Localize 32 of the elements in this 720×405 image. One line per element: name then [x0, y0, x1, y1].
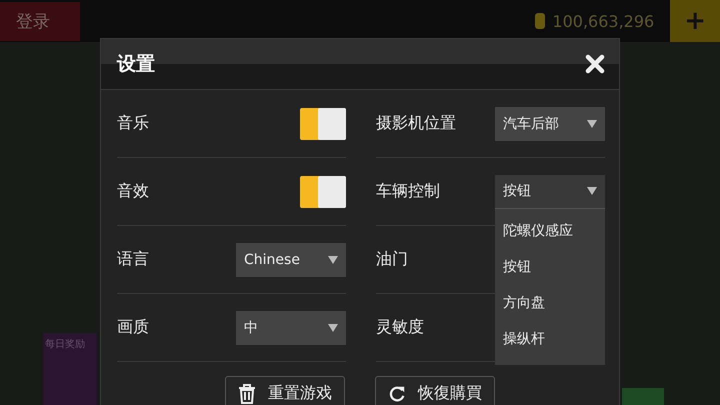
dropdown-option[interactable]: 操纵杆: [495, 320, 605, 356]
dialog-title: 设置: [117, 52, 155, 77]
setting-label: 摄影机位置: [376, 113, 456, 134]
refresh-icon: [388, 384, 406, 402]
setting-label: 音乐: [117, 113, 149, 134]
setting-label: 音效: [117, 181, 149, 202]
setting-label: 灵敏度: [376, 317, 424, 338]
caret-icon: [587, 120, 597, 128]
dropdown-option[interactable]: 方向盘: [495, 284, 605, 320]
daily-reward-label: 每日奖励: [44, 338, 86, 352]
dropdown-option[interactable]: 陀螺仪感应: [495, 212, 605, 248]
setting-label: 画质: [117, 317, 149, 338]
action-button[interactable]: 重置游戏: [225, 376, 345, 405]
toggle-switch[interactable]: [300, 108, 346, 140]
setting-label: 语言: [117, 249, 149, 270]
caret-icon: [587, 187, 597, 195]
caret-icon: [328, 256, 338, 264]
dropdown-select[interactable]: 汽车后部: [495, 106, 605, 140]
coin-stack-icon: [534, 12, 546, 30]
trash-icon: [238, 384, 256, 404]
coin-balance: 100,663,296: [552, 12, 654, 30]
setting-label: 车辆控制: [376, 181, 440, 202]
close-icon[interactable]: [585, 54, 605, 74]
caret-icon: [328, 324, 338, 332]
dropdown-select[interactable]: Chinese: [236, 242, 346, 276]
dropdown-select[interactable]: 中: [236, 310, 346, 344]
dropdown-option[interactable]: 按钮: [495, 248, 605, 284]
toggle-switch[interactable]: [300, 176, 346, 208]
action-button[interactable]: 恢復購買: [375, 376, 495, 405]
setting-label: 油门: [376, 249, 408, 270]
dropdown-select[interactable]: 按钮: [495, 174, 605, 208]
promo-tile[interactable]: [622, 388, 664, 405]
